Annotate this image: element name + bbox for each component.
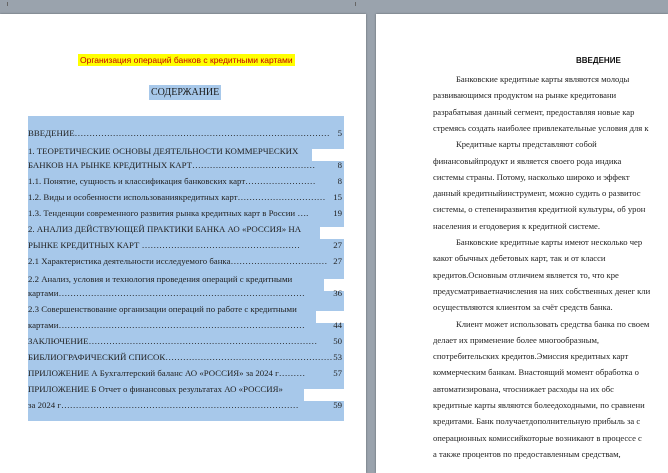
paragraph-line: Банковские кредитные карты являются моло… (456, 74, 630, 84)
toc-page-number: 5 (337, 128, 342, 138)
paragraph-line: кредитные карты являются болеедоходными,… (433, 400, 645, 410)
toc-entry: картами………………………………………………………………………… (28, 320, 305, 330)
paragraph-line: Банковские кредитные карты имеют несколь… (456, 237, 643, 247)
document-page-left[interactable]: Организация операций банков с кредитными… (0, 14, 366, 473)
document-page-right[interactable]: ВВЕДЕНИЕ Банковские кредитные карты явля… (376, 14, 668, 473)
toc-page-number: 8 (337, 176, 342, 186)
paragraph-line: а также процентов по предоставленным сре… (433, 448, 621, 459)
paragraph-line: разрабатывая данный сегмент, предоставля… (433, 106, 635, 117)
paragraph-line: данный кредитныйинструмент, можно судить… (433, 188, 641, 199)
toc-entry: 2.3 Совершенствование организации операц… (28, 304, 297, 314)
toc-page-number: 44 (333, 320, 342, 330)
paragraph-line: операционных комиссийкоторые возникают в… (433, 432, 642, 443)
paragraph-line: стремясь создать наиболее привлекательны… (433, 122, 649, 133)
paragraph-line: системы страны. Потому, насколько широко… (433, 171, 630, 182)
toc-entry: БИБЛИОГРАФИЧЕСКИЙ СПИСОК…………………………………………… (28, 352, 333, 362)
toc-entry: ЗАКЛЮЧЕНИЕ…………………………………………………………………… (28, 336, 318, 346)
paragraph-line: развивающимся продуктом на рынке кредито… (433, 90, 617, 101)
paragraph-line: Клиент может использовать средства банка… (456, 318, 650, 329)
corner-mark (355, 2, 356, 6)
toc-entry: 2. АНАЛИЗ ДЕЙСТВУЮЩЕЙ ПРАКТИКИ БАНКА АО … (28, 224, 302, 234)
toc-heading: СОДЕРЖАНИЕ (149, 85, 222, 100)
toc-entry: 2.1 Характеристика деятельности исследуе… (28, 256, 328, 266)
toc-page-number: 27 (333, 256, 342, 266)
paragraph-line: делает их применение более многообразным… (433, 334, 600, 345)
paragraph-line: финансовыйпродукт и является своего рода… (433, 155, 622, 166)
toc-entry: за 2024 г……………………………………………………………………… (28, 400, 299, 410)
toc-entry: ПРИЛОЖЕНИЕ Б Отчет о финансовых результа… (28, 384, 283, 394)
toc-entry: 1.1. Понятие, сущность и классификация б… (28, 176, 316, 186)
corner-mark (7, 2, 8, 6)
toc-page-number: 57 (333, 368, 342, 378)
selection-gap (320, 227, 344, 239)
introduction-title: ВВЕДЕНИЕ (576, 56, 621, 65)
toc-page-number: 27 (333, 240, 342, 250)
paragraph-line: кредитов.Основным отличием является то, … (433, 269, 619, 280)
toc-entry: 1. ТЕОРЕТИЧЕСКИЕ ОСНОВЫ ДЕЯТЕЛЬНОСТИ КОМ… (28, 146, 299, 156)
toc-entry: ПРИЛОЖЕНИЕ А Бухгалтерский баланс АО «РО… (28, 368, 306, 378)
paragraph-line: спотребительских кредитов.Эмиссия кредит… (433, 351, 629, 362)
workspace-top-margin (0, 0, 668, 14)
toc-page-number: 8 (337, 160, 342, 170)
paragraph-line: Кредитные карты представляют собой (456, 139, 597, 150)
toc-page-number: 59 (333, 400, 342, 410)
paragraph-line: осуществляются клиентом за счёт средств … (433, 302, 613, 313)
toc-entry: БАНКОВ НА РЫНКЕ КРЕДИТНЫХ КАРТ…………………………… (28, 160, 316, 170)
toc-entry: ВВЕДЕНИЕ…………………………………………………………………………… (28, 128, 330, 138)
topic-highlight: Организация операций банков с кредитными… (78, 54, 295, 66)
paragraph-line: коммерческим банкам. Внастоящий момент о… (433, 367, 639, 378)
toc-entry: 2.2 Анализ, условия и технология проведе… (28, 274, 293, 284)
paragraph-line: какот обычных дебетовых карт, так и от к… (433, 253, 606, 264)
toc-page-number: 15 (333, 192, 342, 202)
paragraph-line: автоматизирована, чтоснижает расходы на … (433, 383, 614, 394)
paragraph-line: населения и егодоверия к кредитной систе… (433, 220, 601, 231)
paragraph-line: кредитами. Банк получаетдополнительную п… (433, 416, 641, 427)
paragraph-line: системы, о степениразвития кредитной кул… (433, 204, 646, 215)
toc-entry: картами………………………………………………………………………… (28, 288, 305, 298)
toc-page-number: 50 (333, 336, 342, 346)
toc-page-number: 36 (333, 288, 342, 298)
paragraph-line: предусматриваетначисления на них собстве… (433, 285, 651, 296)
toc-page-number: 53 (333, 352, 342, 362)
toc-entry: 1.3. Тенденции современного развития рын… (28, 208, 309, 218)
toc-entry: РЫНКЕ КРЕДИТНЫХ КАРТ ……………………………………………… (28, 240, 300, 250)
toc-page-number: 19 (333, 208, 342, 218)
toc-entry: 1.2. Виды и особенности использованиякре… (28, 192, 326, 202)
